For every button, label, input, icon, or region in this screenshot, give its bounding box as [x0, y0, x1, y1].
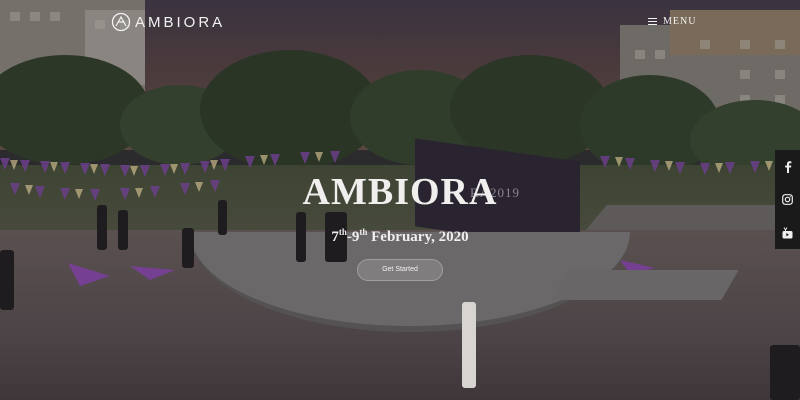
- date-start-day: 7: [331, 229, 339, 245]
- event-date: 7th-9th February, 2020: [0, 227, 800, 246]
- date-end-suffix: th: [359, 227, 368, 237]
- facebook-link[interactable]: [775, 150, 800, 183]
- ambiora-logo-icon: [111, 12, 131, 32]
- youtube-icon: [782, 226, 793, 238]
- hero-title: AMBIORA: [302, 171, 498, 213]
- menu-button[interactable]: MENU: [648, 16, 696, 27]
- person: [770, 345, 800, 400]
- stage-platform-wing: [551, 270, 739, 300]
- brand-logo[interactable]: AMBIORA: [111, 12, 225, 32]
- brand-name: AMBIORA: [135, 13, 226, 31]
- youtube-link[interactable]: [775, 216, 800, 249]
- person: [462, 302, 476, 388]
- facebook-icon: [784, 160, 791, 173]
- top-nav: AMBIORA MENU: [0, 0, 800, 44]
- hero-section: RA2019 AMBIORA MENU AMBIORA 7th-9th Febr…: [0, 0, 800, 400]
- person: [0, 250, 14, 310]
- get-started-button[interactable]: Get Started: [357, 259, 443, 281]
- menu-label: MENU: [663, 16, 697, 27]
- social-sidebar: [775, 150, 800, 249]
- instagram-link[interactable]: [775, 183, 800, 216]
- instagram-icon: [782, 194, 793, 205]
- date-start-suffix: th: [338, 227, 347, 237]
- hamburger-icon: [648, 17, 657, 26]
- date-month-year: February, 2020: [371, 229, 469, 245]
